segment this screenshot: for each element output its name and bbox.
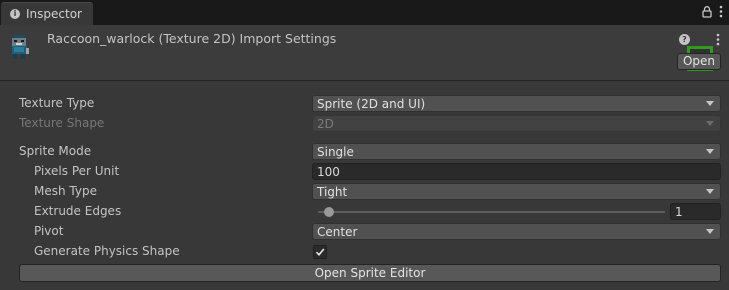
- pixels-per-unit-label: Pixels Per Unit: [34, 164, 120, 178]
- tab-menu-icon[interactable]: [719, 5, 723, 21]
- info-icon: i: [10, 9, 20, 19]
- pivot-value: Center: [317, 225, 358, 239]
- chevron-down-icon: [706, 121, 714, 126]
- mesh-type-dropdown[interactable]: Tight: [312, 183, 721, 200]
- extrude-edges-value: 1: [675, 205, 683, 219]
- tab-bar: i Inspector: [0, 0, 729, 25]
- texture-asset-icon: [8, 34, 30, 63]
- tab-inspector[interactable]: i Inspector: [1, 2, 93, 25]
- extrude-edges-slider-track[interactable]: [318, 211, 665, 213]
- texture-shape-dropdown: 2D: [312, 115, 721, 132]
- sprite-mode-label: Sprite Mode: [19, 144, 92, 158]
- sprite-mode-dropdown[interactable]: Single: [312, 143, 721, 160]
- sprite-mode-value: Single: [317, 145, 354, 159]
- mesh-type-label: Mesh Type: [34, 184, 97, 198]
- generate-physics-shape-label: Generate Physics Shape: [34, 244, 180, 258]
- extrude-edges-slider-handle[interactable]: [324, 207, 334, 217]
- open-sprite-editor-button[interactable]: Open Sprite Editor: [19, 264, 721, 282]
- texture-shape-value: 2D: [317, 117, 334, 131]
- chevron-down-icon: [706, 189, 714, 194]
- texture-type-label: Texture Type: [19, 96, 95, 110]
- help-icon[interactable]: ?: [679, 34, 690, 45]
- pixels-per-unit-field[interactable]: 100: [312, 163, 721, 180]
- checkmark-icon: [315, 248, 325, 257]
- chevron-down-icon: [706, 101, 714, 106]
- header-menu-icon[interactable]: [716, 33, 720, 49]
- lock-icon[interactable]: [702, 6, 712, 21]
- pivot-dropdown[interactable]: Center: [312, 223, 721, 240]
- chevron-down-icon: [706, 229, 714, 234]
- texture-shape-label: Texture Shape: [19, 116, 105, 130]
- asset-title: Raccoon_warlock (Texture 2D) Import Sett…: [47, 31, 337, 46]
- pixels-per-unit-value: 100: [317, 165, 340, 179]
- extrude-edges-field[interactable]: 1: [670, 203, 721, 220]
- pivot-label: Pivot: [34, 224, 64, 238]
- texture-type-dropdown[interactable]: Sprite (2D and UI): [312, 95, 721, 112]
- open-button[interactable]: Open: [677, 53, 721, 70]
- generate-physics-shape-checkbox[interactable]: [313, 245, 327, 259]
- asset-header: Raccoon_warlock (Texture 2D) Import Sett…: [0, 25, 729, 80]
- header-separator: [0, 80, 729, 81]
- texture-type-value: Sprite (2D and UI): [317, 97, 426, 111]
- tab-inspector-label: Inspector: [26, 7, 82, 21]
- chevron-down-icon: [706, 149, 714, 154]
- mesh-type-value: Tight: [317, 185, 348, 199]
- extrude-edges-label: Extrude Edges: [34, 204, 122, 218]
